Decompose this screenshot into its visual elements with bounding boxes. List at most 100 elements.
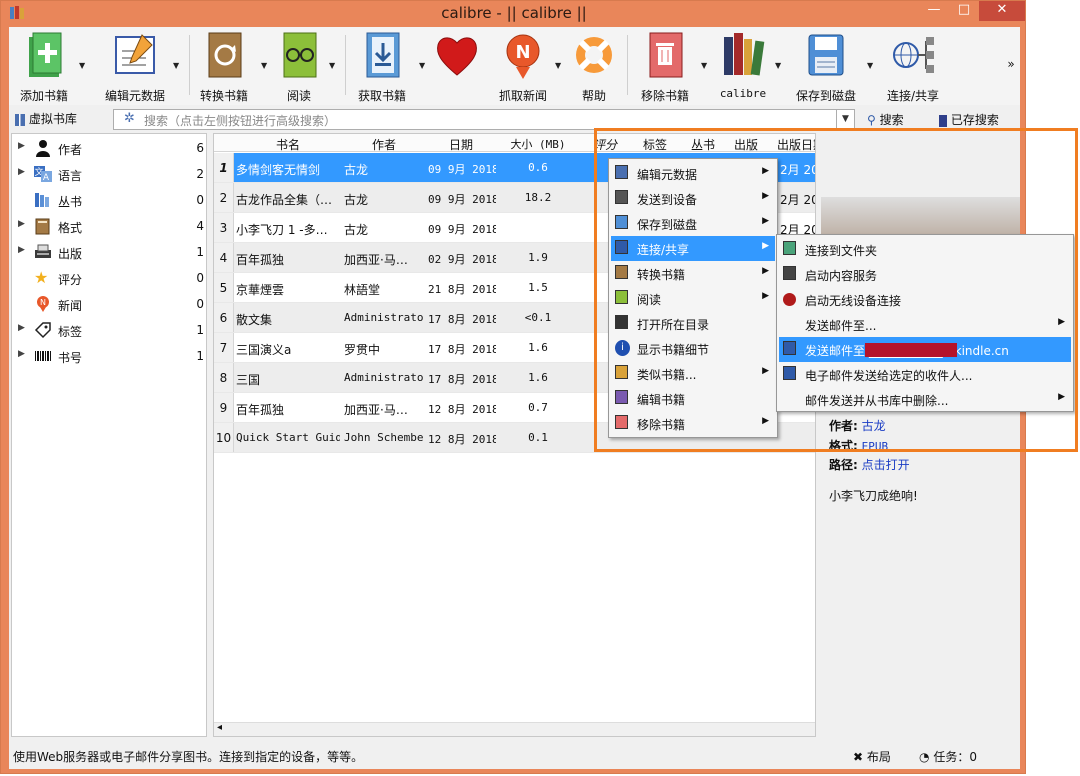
book-size-cell: 0.6	[528, 161, 548, 174]
horizontal-scrollbar[interactable]: ◂	[214, 722, 815, 736]
get-books-dropdown[interactable]: ▼	[419, 61, 425, 70]
scroll-left-icon[interactable]: ◂	[217, 722, 222, 733]
get-books-button[interactable]: 获取书籍	[351, 31, 413, 104]
book-author-cell: 加西亚·马…	[344, 253, 408, 267]
add-books-dropdown[interactable]: ▼	[79, 61, 85, 70]
tag-item-languages[interactable]: ▶ 文A 语言 2	[12, 162, 208, 188]
book-title-cell: 三国	[236, 373, 261, 387]
barcode-icon	[35, 351, 51, 361]
tag-item-tags[interactable]: ▶ 标签 1	[12, 318, 208, 344]
close-button[interactable]: ✕	[979, 1, 1025, 21]
tag-item-rating[interactable]: ★ 评分 0	[12, 266, 208, 292]
read-dropdown[interactable]: ▼	[329, 61, 335, 70]
expand-arrow-icon[interactable]: ▶	[18, 323, 25, 333]
row-number: 8	[214, 363, 234, 392]
book-date-cell: 02 9月 2018	[428, 253, 496, 266]
connect-share-button[interactable]: 连接/共享	[881, 31, 945, 104]
convert-books-button[interactable]: 转换书籍	[195, 31, 253, 104]
donate-button[interactable]	[431, 31, 483, 84]
title-bar: calibre - || calibre || — □ ✕	[1, 1, 1027, 27]
save-to-disk-button[interactable]: 保存到磁盘	[793, 31, 859, 104]
book-size-cell: 1.9	[528, 251, 548, 264]
main-toolbar: 添加书籍 ▼ 编辑元数据 ▼ 转换书籍 ▼ 阅读 ▼ 获取书籍 ▼ N 抓取新闻…	[9, 27, 1020, 105]
book-date-cell: 09 9月 2018	[428, 163, 496, 176]
remove-book-icon	[649, 32, 683, 78]
tag-item-news[interactable]: N 新闻 0	[12, 292, 208, 318]
tag-item-publishers[interactable]: ▶ 出版 1	[12, 240, 208, 266]
tag-item-authors[interactable]: ▶ 作者 6	[12, 136, 208, 162]
book-comment: 小李飞刀成绝响!	[829, 489, 918, 503]
toolbar-separator	[189, 35, 190, 95]
book-size-cell: 1.6	[528, 371, 548, 384]
expand-arrow-icon[interactable]: ▶	[18, 349, 25, 359]
virtual-library-button[interactable]: 虚拟书库	[15, 110, 77, 127]
saved-searches-button[interactable]: 已存搜索	[939, 111, 999, 128]
tag-item-formats[interactable]: ▶ 格式 4	[12, 214, 208, 240]
toolbar-separator	[627, 35, 628, 95]
news-dropdown[interactable]: ▼	[555, 61, 561, 70]
svg-text:N: N	[515, 42, 530, 63]
edit-metadata-button[interactable]: 编辑元数据	[97, 31, 173, 104]
tag-browser: ▶ 作者 6 ▶ 文A 语言 2 丛书 0 ▶ 格式 4 ▶ 出版 1 ★ 评分…	[11, 133, 207, 737]
search-button[interactable]: ⚲ 搜索	[867, 111, 904, 128]
highlight-annotation-box	[594, 128, 1078, 452]
path-link[interactable]: 点击打开	[862, 458, 910, 472]
edit-metadata-dropdown[interactable]: ▼	[173, 61, 179, 70]
add-books-button[interactable]: 添加书籍	[15, 31, 73, 104]
read-button[interactable]: 阅读	[275, 31, 323, 104]
download-book-icon	[366, 32, 400, 78]
column-header-date[interactable]: 日期	[426, 136, 496, 153]
series-icon	[35, 193, 49, 207]
book-date-cell: 09 9月 2018	[428, 193, 496, 206]
tag-item-isbn[interactable]: ▶ 书号 1	[12, 344, 208, 370]
help-button[interactable]: 帮助	[569, 31, 619, 104]
language-icon: 文A	[34, 166, 52, 183]
toolbar-overflow-button[interactable]: »	[1005, 57, 1017, 71]
column-header-author[interactable]: 作者	[342, 136, 426, 153]
remove-dropdown[interactable]: ▼	[701, 61, 707, 70]
book-title-cell: 百年孤独	[236, 403, 285, 417]
maximize-button[interactable]: □	[949, 1, 979, 21]
book-author-cell: Administrator	[344, 371, 424, 384]
jobs-indicator[interactable]: ◔ 任务：0	[919, 748, 977, 765]
search-input[interactable]: ✲ 搜索（点击左侧按钮进行高级搜索） ▼	[113, 109, 855, 130]
library-dropdown[interactable]: ▼	[775, 61, 781, 70]
status-bar: 使用Web服务器或电子邮件分享图书。连接到指定的设备，等等。 ✖ 布局 ◔ 任务…	[9, 743, 1020, 769]
library-button[interactable]: calibre	[713, 31, 773, 100]
expand-arrow-icon[interactable]: ▶	[18, 245, 25, 255]
connect-share-icon	[893, 37, 934, 73]
gear-icon[interactable]: ✲	[124, 111, 135, 126]
book-date-cell: 17 8月 2018	[428, 343, 496, 356]
minimize-button[interactable]: —	[919, 1, 949, 21]
status-message: 使用Web服务器或电子邮件分享图书。连接到指定的设备，等等。	[13, 750, 364, 764]
news-icon: N	[506, 34, 540, 79]
row-number: 2	[214, 183, 234, 212]
search-history-dropdown[interactable]: ▼	[836, 110, 854, 129]
remove-books-button[interactable]: 移除书籍	[635, 31, 695, 104]
book-author-cell: 古龙	[344, 223, 369, 237]
expand-arrow-icon[interactable]: ▶	[18, 219, 25, 229]
row-number: 3	[214, 213, 234, 242]
book-title-cell: 百年孤独	[236, 253, 285, 267]
layout-button[interactable]: ✖ 布局	[853, 748, 891, 765]
book-author-cell: 加西亚·马…	[344, 403, 408, 417]
fetch-news-button[interactable]: N 抓取新闻	[491, 31, 555, 104]
star-icon: ★	[34, 268, 49, 287]
svg-text:A: A	[43, 173, 50, 183]
column-header-size[interactable]: 大小 (MB)	[496, 136, 580, 152]
book-title-cell: 小李飞刀 1 -多…	[236, 223, 328, 237]
tools-icon: ✖	[853, 750, 864, 764]
book-size-cell: <0.1	[524, 311, 552, 324]
save-dropdown[interactable]: ▼	[867, 61, 873, 70]
column-header-title[interactable]: 书名	[234, 136, 342, 153]
expand-arrow-icon[interactable]: ▶	[18, 141, 25, 151]
tag-item-series[interactable]: 丛书 0	[12, 188, 208, 214]
book-date-cell: 17 8月 2018	[428, 373, 496, 386]
spinner-icon: ◔	[919, 750, 930, 764]
book-author-cell: John Schember	[344, 431, 424, 444]
row-number: 7	[214, 333, 234, 362]
expand-arrow-icon[interactable]: ▶	[18, 167, 25, 177]
convert-dropdown[interactable]: ▼	[261, 61, 267, 70]
book-size-cell: 1.6	[528, 341, 548, 354]
book-date-cell: 09 9月 2018	[428, 223, 496, 236]
